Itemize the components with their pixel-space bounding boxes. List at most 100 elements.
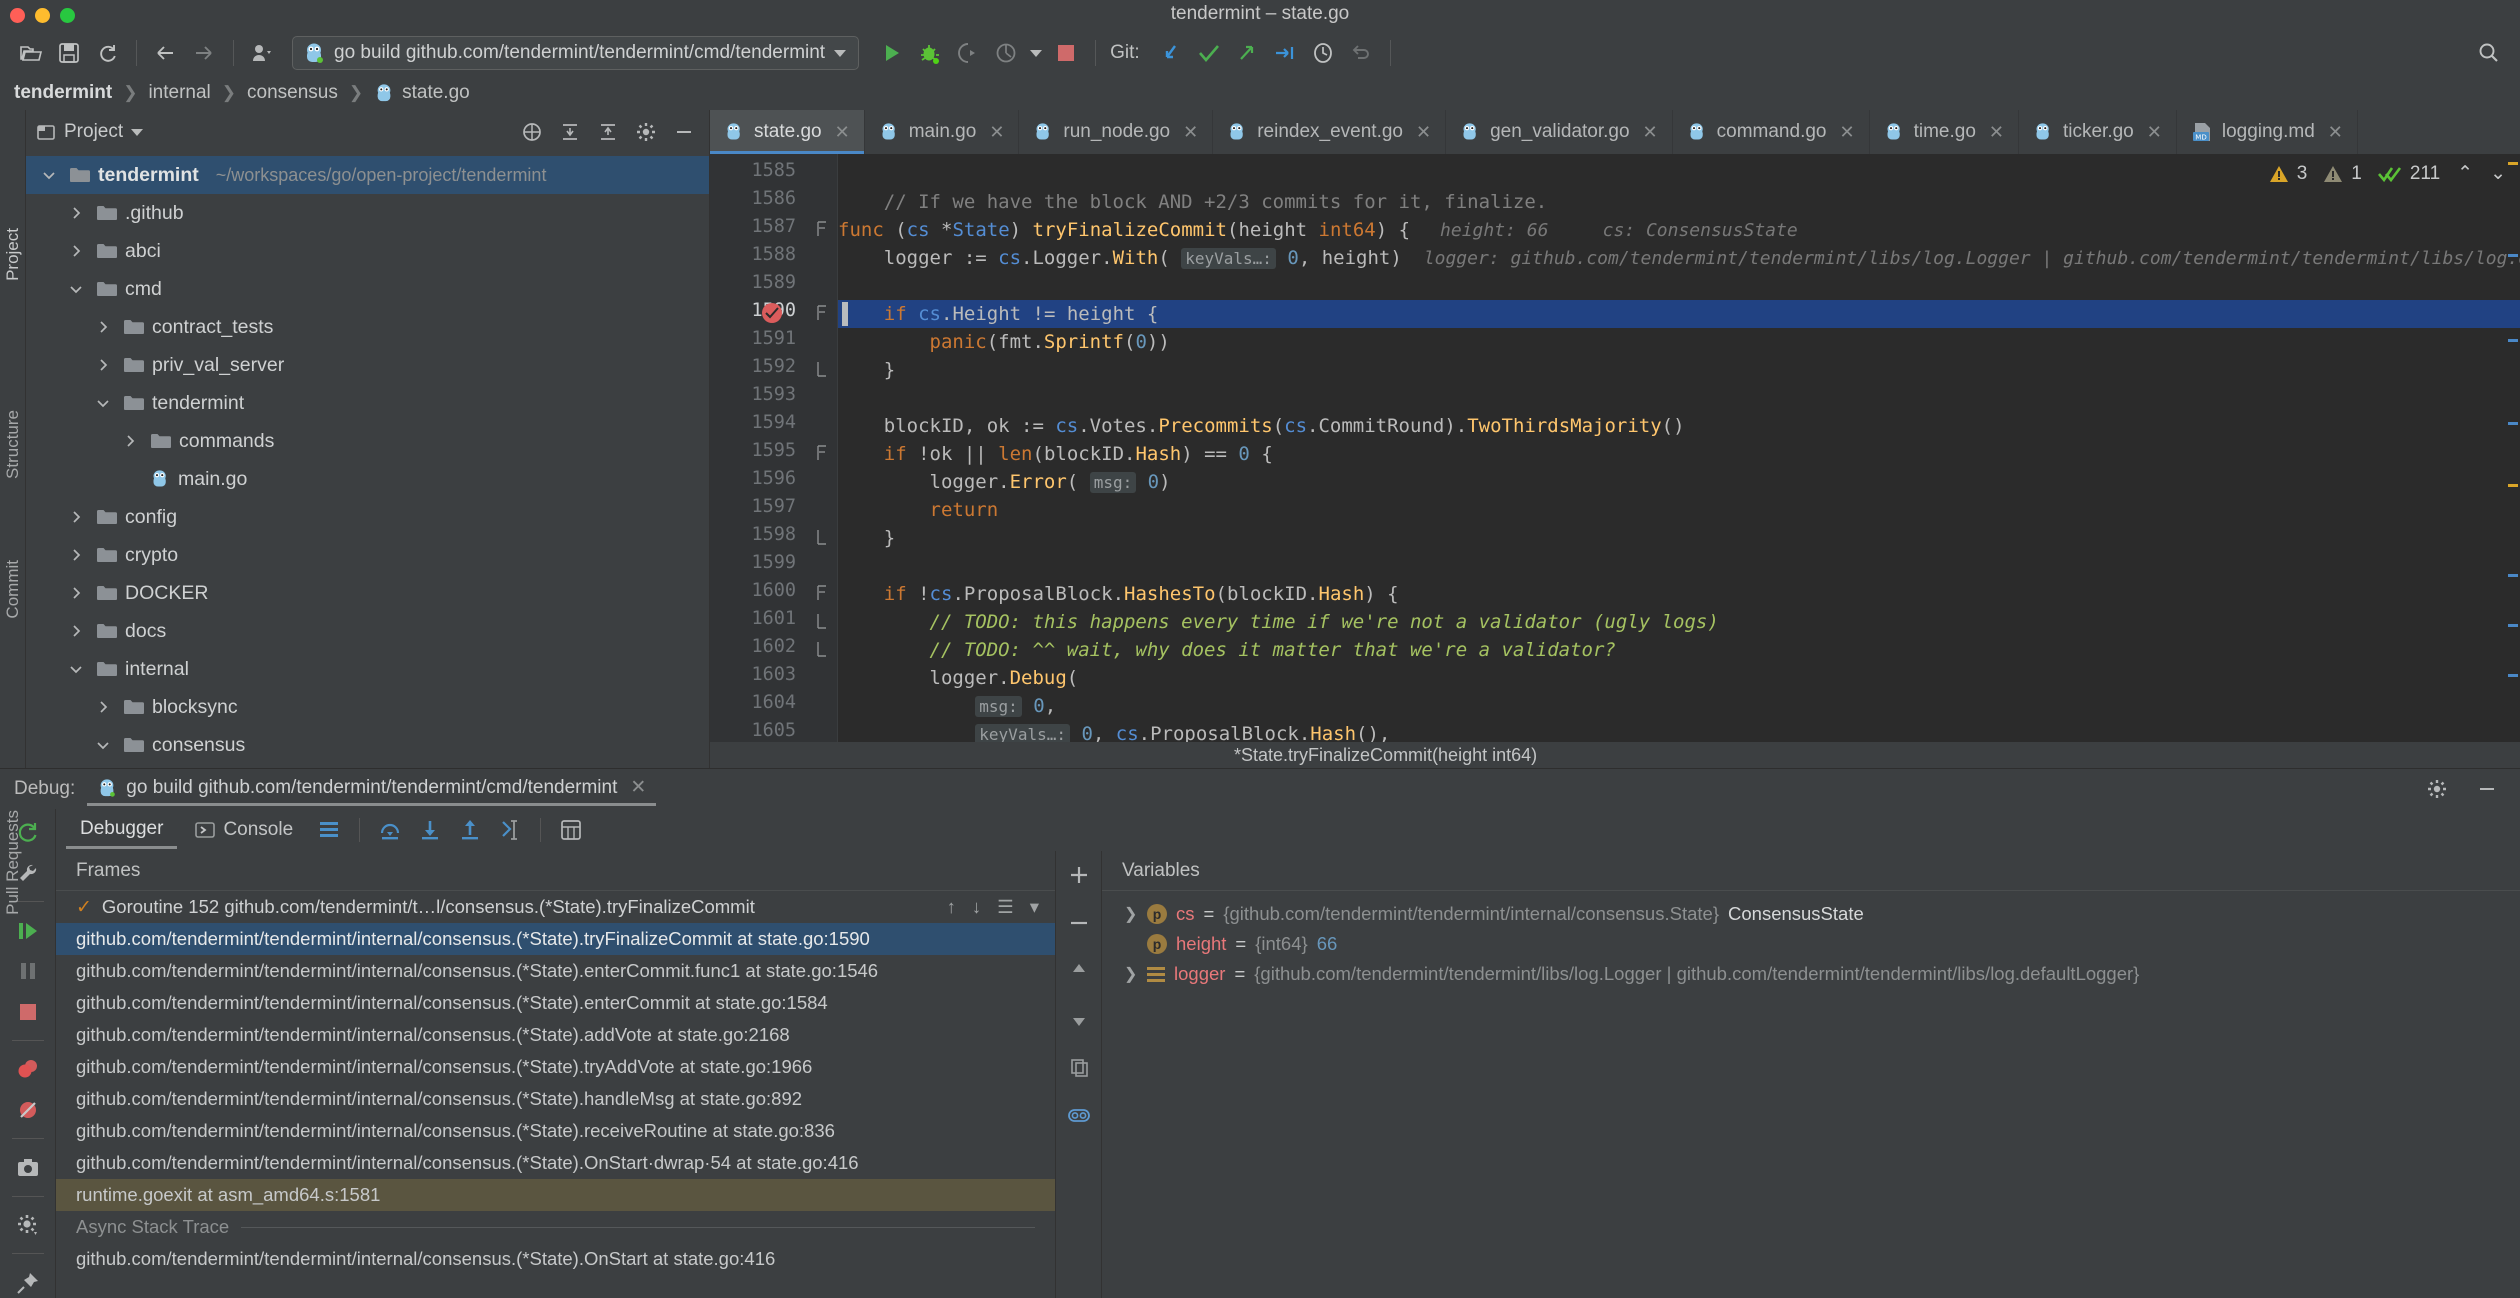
stop-button[interactable] [1047,34,1085,72]
next-problem-icon[interactable]: ⌄ [2490,162,2506,185]
run-to-cursor-icon[interactable] [492,812,528,848]
tab-gen_validator-go[interactable]: gen_validator.go ✕ [1446,110,1673,154]
tab-time-go[interactable]: time.go ✕ [1870,110,2019,154]
move-up-icon[interactable]: ↑ [947,896,956,918]
pin-icon[interactable] [10,1267,46,1298]
run-configuration-selector[interactable]: go build github.com/tendermint/tendermin… [292,36,860,70]
chevron-right-icon[interactable] [117,433,143,449]
close-icon[interactable]: ✕ [1839,122,1854,143]
tab-reindex_event-go[interactable]: reindex_event.go ✕ [1213,110,1447,154]
frames-thread-row[interactable]: ✓ Goroutine 152 github.com/tendermint/t…l… [56,891,1055,923]
chevron-right-icon[interactable] [63,623,89,639]
open-folder-icon[interactable] [12,34,50,72]
code-line[interactable]: // TODO: ^^ wait, why does it matter tha… [838,636,2520,664]
project-tree[interactable]: tendermint ~/workspaces/go/open-project/t… [26,154,709,768]
chevron-right-icon[interactable]: ❯ [1124,964,1138,984]
tab-state-go[interactable]: state.go ✕ [710,110,865,154]
code-line[interactable] [838,552,2520,580]
code-line[interactable]: blockID, ok := cs.Votes.Precommits(cs.Co… [838,412,2520,440]
async-frame-row[interactable]: github.com/tendermint/tendermint/interna… [56,1243,1055,1275]
hide-panel-icon[interactable] [669,117,699,147]
close-icon[interactable]: ✕ [989,122,1004,143]
move-up-icon[interactable] [1061,953,1097,989]
resume-program-icon[interactable] [10,915,46,946]
tree-node-crypto[interactable]: crypto [26,536,709,574]
debug-session-tab[interactable]: go build github.com/tendermint/tendermin… [87,772,657,806]
code-line[interactable]: keyVals…: 0, cs.ProposalBlock.Hash(), [838,720,2520,742]
rollback-icon[interactable] [1342,34,1380,72]
code-fold-marker[interactable] [806,220,838,242]
code-line[interactable]: // If we have the block AND +2/3 commits… [838,188,2520,216]
profile-icon[interactable] [244,34,282,72]
editor-tab-bar[interactable]: state.go ✕ main.go ✕ run_node.go ✕ reindex_eve… [710,110,2520,154]
code-line[interactable]: } [838,356,2520,384]
close-icon[interactable]: ✕ [2328,122,2343,143]
pull-icon[interactable] [1266,34,1304,72]
chevron-right-icon[interactable] [90,319,116,335]
debug-button[interactable] [911,34,949,72]
copy-icon[interactable] [1061,1049,1097,1085]
close-icon[interactable]: ✕ [1643,122,1658,143]
code-line[interactable]: msg: 0, [838,692,2520,720]
settings-gear-icon[interactable] [10,1210,46,1241]
chevron-down-icon[interactable] [131,128,144,136]
code-fold-marker[interactable] [806,584,838,606]
code-line[interactable]: func (cs *State) tryFinalizeCommit(heigh… [838,216,2520,244]
evaluate-expression-icon[interactable] [553,812,589,848]
tree-node-cmd[interactable]: cmd [26,270,709,308]
chevron-down-icon[interactable] [63,661,89,677]
code-fold-marker[interactable] [806,640,838,662]
inline-watches-icon[interactable] [1061,1097,1097,1133]
code-line[interactable]: logger.Debug( [838,664,2520,692]
variable-row[interactable]: ❯ p cs = {github.com/tendermint/tendermint/i… [1102,899,2520,929]
code-line[interactable]: } [838,524,2520,552]
code-line[interactable] [838,384,2520,412]
sidebar-item-pull-requests[interactable]: Pull Requests [3,810,23,915]
profiler-button[interactable] [987,34,1025,72]
select-opened-file-icon[interactable] [517,117,547,147]
forward-arrow-icon[interactable] [185,34,223,72]
update-project-icon[interactable] [1152,34,1190,72]
sidebar-item-structure[interactable]: Structure [3,410,23,479]
tree-node-priv-val-server[interactable]: priv_val_server [26,346,709,384]
breadcrumb-item-1[interactable]: internal [148,82,210,104]
step-into-icon[interactable] [412,812,448,848]
chevron-right-icon[interactable] [63,509,89,525]
code-content[interactable]: // If we have the block AND +2/3 commits… [838,154,2520,742]
tree-node-contract-tests[interactable]: contract_tests [26,308,709,346]
tree-node-docs[interactable]: docs [26,612,709,650]
close-icon[interactable]: ✕ [2147,122,2162,143]
code-line[interactable]: if !cs.ProposalBlock.HashesTo(blockID.Ha… [838,580,2520,608]
code-line[interactable] [838,272,2520,300]
coverage-button[interactable] [949,34,987,72]
tree-node-consensus[interactable]: consensus [26,726,709,764]
sidebar-item-project[interactable]: Project [3,228,23,281]
code-fold-marker[interactable] [806,360,838,382]
tree-node-tendermint[interactable]: tendermint ~/workspaces/go/open-project/t… [26,156,709,194]
move-down-icon[interactable]: ↓ [972,896,981,918]
close-icon[interactable]: ✕ [835,122,850,143]
sidebar-item-commit[interactable]: Commit [3,560,23,619]
frames-list[interactable]: ✓ Goroutine 152 github.com/tendermint/t…l… [56,891,1055,1298]
camera-icon[interactable] [10,1152,46,1183]
breadcrumb-item-2[interactable]: consensus [247,82,338,104]
tab-console[interactable]: Console [181,813,307,847]
variable-row[interactable]: p height = {int64} 66 [1102,929,2520,959]
tree-node-abci[interactable]: abci [26,232,709,270]
tab-logging-md[interactable]: MD logging.md ✕ [2177,110,2358,154]
breakpoint-marker[interactable] [762,303,782,323]
tree-node-docker[interactable]: DOCKER [26,574,709,612]
tab-ticker-go[interactable]: ticker.go ✕ [2019,110,2177,154]
tree-node-main-go[interactable]: main.go [26,460,709,498]
chevron-right-icon[interactable] [63,585,89,601]
expand-all-icon[interactable] [555,117,585,147]
layout-settings-icon[interactable] [311,812,347,848]
code-line[interactable]: if !ok || len(blockID.Hash) == 0 { [838,440,2520,468]
editor-gutter[interactable]: 1585158615871588158915901591159215931594… [710,154,806,742]
step-over-icon[interactable] [372,812,408,848]
tree-node-tendermint[interactable]: tendermint [26,384,709,422]
chevron-down-icon[interactable] [1025,34,1047,72]
gear-icon[interactable] [2418,770,2456,808]
step-out-icon[interactable] [452,812,488,848]
tree-node--github[interactable]: .github [26,194,709,232]
